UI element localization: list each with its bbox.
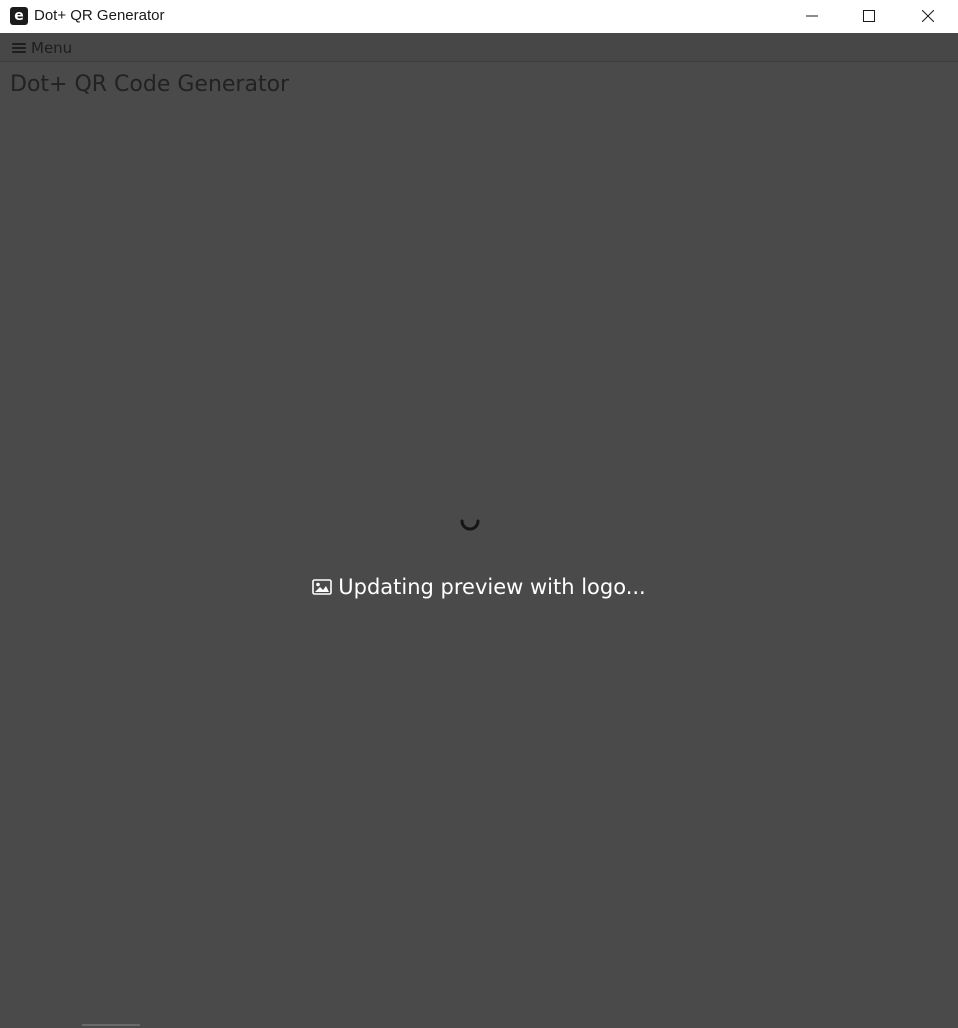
- close-icon: [922, 9, 934, 22]
- minimize-icon: [806, 15, 818, 16]
- image-icon: [312, 579, 333, 595]
- page-title: Dot+ QR Code Generator: [10, 72, 290, 97]
- loading-status: Updating preview with logo...: [0, 575, 958, 599]
- maximize-button[interactable]: [846, 0, 892, 31]
- bottom-edge-indicator: [82, 1024, 140, 1026]
- window-title: Dot+ QR Generator: [34, 7, 165, 24]
- spinner-icon: [460, 519, 480, 531]
- menu-button[interactable]: Menu: [12, 38, 72, 58]
- maximize-icon: [863, 9, 875, 22]
- app-icon: e: [10, 7, 28, 25]
- close-button[interactable]: [905, 0, 951, 31]
- menu-button-label: Menu: [31, 39, 73, 57]
- minimize-button[interactable]: [789, 0, 835, 31]
- window-titlebar: e Dot+ QR Generator: [0, 0, 958, 33]
- hamburger-icon: [12, 43, 26, 53]
- menu-bar: Menu: [0, 33, 958, 62]
- loading-message: Updating preview with logo...: [338, 575, 646, 599]
